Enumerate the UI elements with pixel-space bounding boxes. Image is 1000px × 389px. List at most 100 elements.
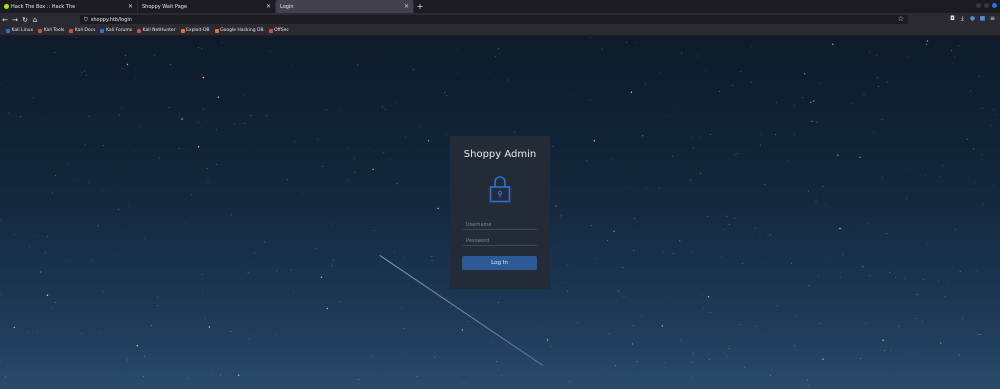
- bookmark-star-icon[interactable]: ☆: [898, 15, 904, 24]
- maximize-icon[interactable]: [984, 3, 989, 8]
- star: [660, 72, 662, 74]
- star: [446, 133, 447, 135]
- reload-icon[interactable]: ↻: [20, 16, 30, 24]
- close-icon[interactable]: ✕: [404, 3, 409, 10]
- star: [552, 146, 554, 147]
- star: [881, 119, 883, 121]
- star: [243, 94, 245, 96]
- bookmark-google-hacking-db[interactable]: Google Hacking DB: [214, 28, 264, 33]
- close-icon[interactable]: ✕: [266, 3, 271, 10]
- star: [91, 259, 92, 261]
- star: [776, 101, 777, 103]
- star: [276, 270, 278, 272]
- star: [126, 63, 129, 66]
- bookmarks-bar: Kali Linux Kali Tools Kali Docs Kali For…: [0, 26, 1000, 36]
- login-title: Shoppy Admin: [463, 149, 537, 160]
- star: [274, 274, 276, 276]
- account-icon[interactable]: ■: [979, 15, 986, 22]
- bookmark-kali-docs[interactable]: Kali Docs: [69, 28, 95, 33]
- star: [88, 181, 90, 183]
- star: [202, 291, 204, 292]
- star: [497, 48, 499, 49]
- star: [589, 37, 591, 39]
- star: [705, 69, 707, 71]
- bookmark-kali-linux[interactable]: Kali Linux: [6, 28, 33, 33]
- bookmark-kali-forums[interactable]: Kali Forums: [100, 28, 132, 33]
- star: [922, 320, 923, 322]
- star: [102, 291, 104, 292]
- star: [906, 168, 907, 170]
- star: [8, 112, 10, 114]
- offsec-icon: [268, 28, 273, 33]
- tab-hackthebox[interactable]: Hack The Box :: Hack The ✕: [0, 0, 138, 13]
- shield-icon: ⛉: [84, 16, 88, 23]
- star: [446, 95, 448, 96]
- star: [81, 71, 83, 73]
- star: [68, 251, 70, 253]
- star: [463, 383, 465, 385]
- star: [561, 215, 562, 216]
- star: [807, 384, 809, 386]
- star: [681, 52, 683, 54]
- star: [962, 318, 963, 320]
- downloads-icon[interactable]: ⤓: [959, 15, 966, 22]
- star: [992, 108, 994, 110]
- star: [396, 183, 398, 185]
- extension-icon[interactable]: ●: [969, 15, 976, 22]
- bookmark-kali-nethunter[interactable]: Kali NetHunter: [137, 28, 176, 33]
- bookmark-kali-tools[interactable]: Kali Tools: [38, 28, 64, 33]
- ghdb-icon: [214, 28, 219, 33]
- star: [121, 108, 122, 109]
- close-icon[interactable]: ✕: [128, 3, 133, 10]
- star: [787, 160, 789, 162]
- star: [731, 84, 733, 86]
- star: [66, 260, 68, 261]
- star: [981, 154, 983, 156]
- login-button[interactable]: Log In: [462, 256, 537, 270]
- url-bar[interactable]: ⛉ shoppy.htb/login ☆: [80, 15, 908, 24]
- star: [46, 236, 48, 238]
- pocket-icon[interactable]: ◘: [949, 15, 956, 22]
- tab-shoppy-wait[interactable]: Shoppy Wait Page ✕: [138, 0, 276, 13]
- star: [723, 229, 724, 230]
- back-icon[interactable]: ←: [0, 16, 10, 24]
- bookmark-exploit-db[interactable]: Exploit-DB: [180, 28, 210, 33]
- star: [250, 115, 252, 116]
- star: [238, 374, 240, 376]
- star: [951, 50, 952, 51]
- star: [437, 207, 439, 210]
- star: [944, 295, 946, 297]
- tab-login[interactable]: Login ✕: [276, 0, 414, 13]
- star: [384, 109, 386, 110]
- star: [691, 377, 692, 379]
- star: [659, 187, 660, 189]
- star: [394, 102, 396, 104]
- star: [734, 154, 736, 156]
- close-window-icon[interactable]: [992, 3, 997, 8]
- bookmark-offsec[interactable]: OffSec: [268, 28, 289, 33]
- star: [740, 208, 742, 210]
- star: [557, 245, 559, 247]
- star: [357, 64, 359, 66]
- forward-icon[interactable]: →: [10, 16, 20, 24]
- star: [389, 105, 391, 107]
- tab-bar: Hack The Box :: Hack The ✕ Shoppy Wait P…: [0, 0, 1000, 13]
- star: [886, 81, 888, 83]
- password-input[interactable]: [463, 236, 537, 246]
- star: [416, 375, 418, 377]
- star: [633, 250, 635, 251]
- menu-icon[interactable]: ≡: [989, 15, 996, 22]
- star: [157, 296, 159, 298]
- username-input[interactable]: [463, 220, 537, 230]
- star: [287, 179, 288, 181]
- star: [702, 294, 703, 296]
- star: [836, 153, 838, 155]
- star: [865, 322, 866, 324]
- star: [723, 352, 725, 354]
- star: [130, 278, 132, 280]
- home-icon[interactable]: ⌂: [30, 16, 40, 24]
- star: [136, 345, 139, 347]
- star: [244, 123, 245, 124]
- minimize-icon[interactable]: [976, 3, 981, 8]
- new-tab-button[interactable]: +: [414, 0, 426, 13]
